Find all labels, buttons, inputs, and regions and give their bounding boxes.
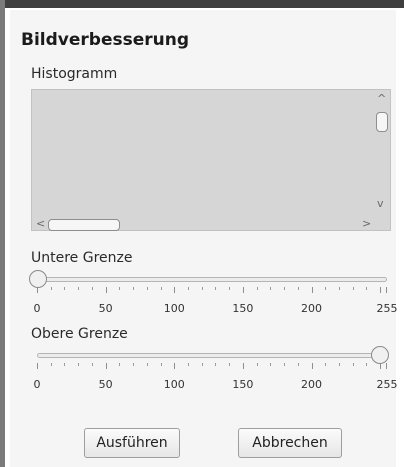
slider-tick bbox=[133, 287, 135, 290]
slider-tick bbox=[325, 363, 327, 366]
histogram-label: Histogramm bbox=[31, 66, 118, 82]
slider-tick bbox=[187, 287, 189, 290]
slider-tick-label: 0 bbox=[33, 378, 41, 391]
horizontal-scroll-thumb[interactable] bbox=[48, 219, 120, 231]
upper-bound-track[interactable] bbox=[37, 353, 387, 358]
slider-tick bbox=[366, 287, 368, 290]
slider-tick bbox=[37, 287, 38, 293]
slider-tick bbox=[284, 287, 286, 290]
upper-bound-label: Obere Grenze bbox=[31, 326, 128, 342]
slider-tick-label: 200 bbox=[301, 302, 322, 315]
slider-tick bbox=[338, 363, 340, 366]
slider-tick bbox=[91, 363, 93, 366]
histogram-view[interactable]: ^ v < > bbox=[31, 89, 391, 231]
window-top-border bbox=[0, 0, 404, 8]
slider-tick bbox=[229, 287, 231, 290]
run-button[interactable]: Ausführen bbox=[84, 428, 180, 458]
chevron-down-icon[interactable]: v bbox=[377, 198, 384, 209]
slider-tick bbox=[366, 363, 368, 366]
upper-bound-thumb[interactable] bbox=[371, 346, 389, 364]
slider-tick bbox=[64, 287, 66, 290]
slider-tick-label: 200 bbox=[301, 378, 322, 391]
slider-tick bbox=[119, 363, 121, 366]
slider-tick bbox=[270, 363, 272, 366]
slider-tick bbox=[160, 363, 162, 366]
slider-tick bbox=[133, 363, 135, 366]
slider-tick bbox=[297, 363, 299, 366]
slider-tick bbox=[201, 287, 203, 290]
slider-tick-label: 50 bbox=[98, 378, 113, 391]
slider-tick bbox=[325, 287, 327, 290]
slider-tick bbox=[256, 363, 258, 366]
upper-bound-ticks bbox=[37, 363, 387, 371]
slider-tick bbox=[270, 287, 272, 290]
slider-tick-label: 100 bbox=[163, 378, 185, 391]
slider-tick bbox=[352, 363, 354, 366]
slider-tick bbox=[386, 363, 387, 369]
slider-tick bbox=[78, 287, 80, 290]
slider-tick bbox=[256, 287, 258, 290]
slider-tick bbox=[174, 363, 176, 369]
lower-bound-track[interactable] bbox=[37, 277, 387, 282]
slider-tick-label: 150 bbox=[232, 302, 254, 315]
slider-tick bbox=[160, 287, 162, 290]
chevron-right-icon[interactable]: > bbox=[362, 218, 371, 229]
window-left-border bbox=[0, 0, 5, 467]
slider-tick bbox=[242, 363, 244, 369]
chevron-left-icon[interactable]: < bbox=[36, 218, 45, 229]
slider-tick bbox=[242, 287, 244, 293]
slider-tick bbox=[91, 287, 93, 290]
slider-tick bbox=[187, 363, 189, 366]
chevron-up-icon[interactable]: ^ bbox=[377, 93, 386, 104]
slider-tick-label: 255 bbox=[376, 378, 398, 391]
cancel-button[interactable]: Abbrechen bbox=[238, 428, 342, 458]
slider-tick bbox=[284, 363, 286, 366]
lower-bound-ticks bbox=[37, 287, 387, 295]
vertical-scroll-thumb[interactable] bbox=[376, 112, 388, 132]
slider-tick bbox=[215, 287, 217, 290]
slider-tick bbox=[201, 363, 203, 366]
slider-tick bbox=[78, 363, 80, 366]
lower-bound-label: Untere Grenze bbox=[31, 250, 133, 266]
vertical-scrollbar[interactable]: ^ v bbox=[374, 90, 390, 215]
slider-tick bbox=[338, 287, 340, 290]
lower-bound-thumb[interactable] bbox=[29, 270, 47, 288]
slider-tick bbox=[37, 363, 38, 369]
slider-tick bbox=[311, 363, 313, 369]
slider-tick bbox=[174, 287, 176, 293]
slider-tick bbox=[105, 287, 107, 293]
slider-tick bbox=[352, 287, 354, 290]
panel-title: Bildverbesserung bbox=[21, 30, 189, 50]
slider-tick-label: 100 bbox=[163, 302, 185, 315]
slider-tick bbox=[311, 287, 313, 293]
slider-tick bbox=[119, 287, 121, 290]
slider-tick bbox=[105, 363, 107, 369]
slider-tick bbox=[386, 287, 387, 293]
slider-tick bbox=[146, 363, 148, 366]
slider-tick bbox=[380, 363, 382, 369]
slider-tick-label: 0 bbox=[33, 302, 41, 315]
slider-tick bbox=[380, 287, 382, 293]
slider-tick bbox=[50, 363, 52, 366]
slider-tick-label: 150 bbox=[232, 378, 254, 391]
slider-tick bbox=[215, 363, 217, 366]
slider-tick bbox=[297, 287, 299, 290]
slider-tick bbox=[50, 287, 52, 290]
slider-tick bbox=[64, 363, 66, 366]
slider-tick-label: 255 bbox=[376, 302, 398, 315]
slider-tick bbox=[229, 363, 231, 366]
slider-tick-label: 50 bbox=[98, 302, 113, 315]
slider-tick bbox=[146, 287, 148, 290]
